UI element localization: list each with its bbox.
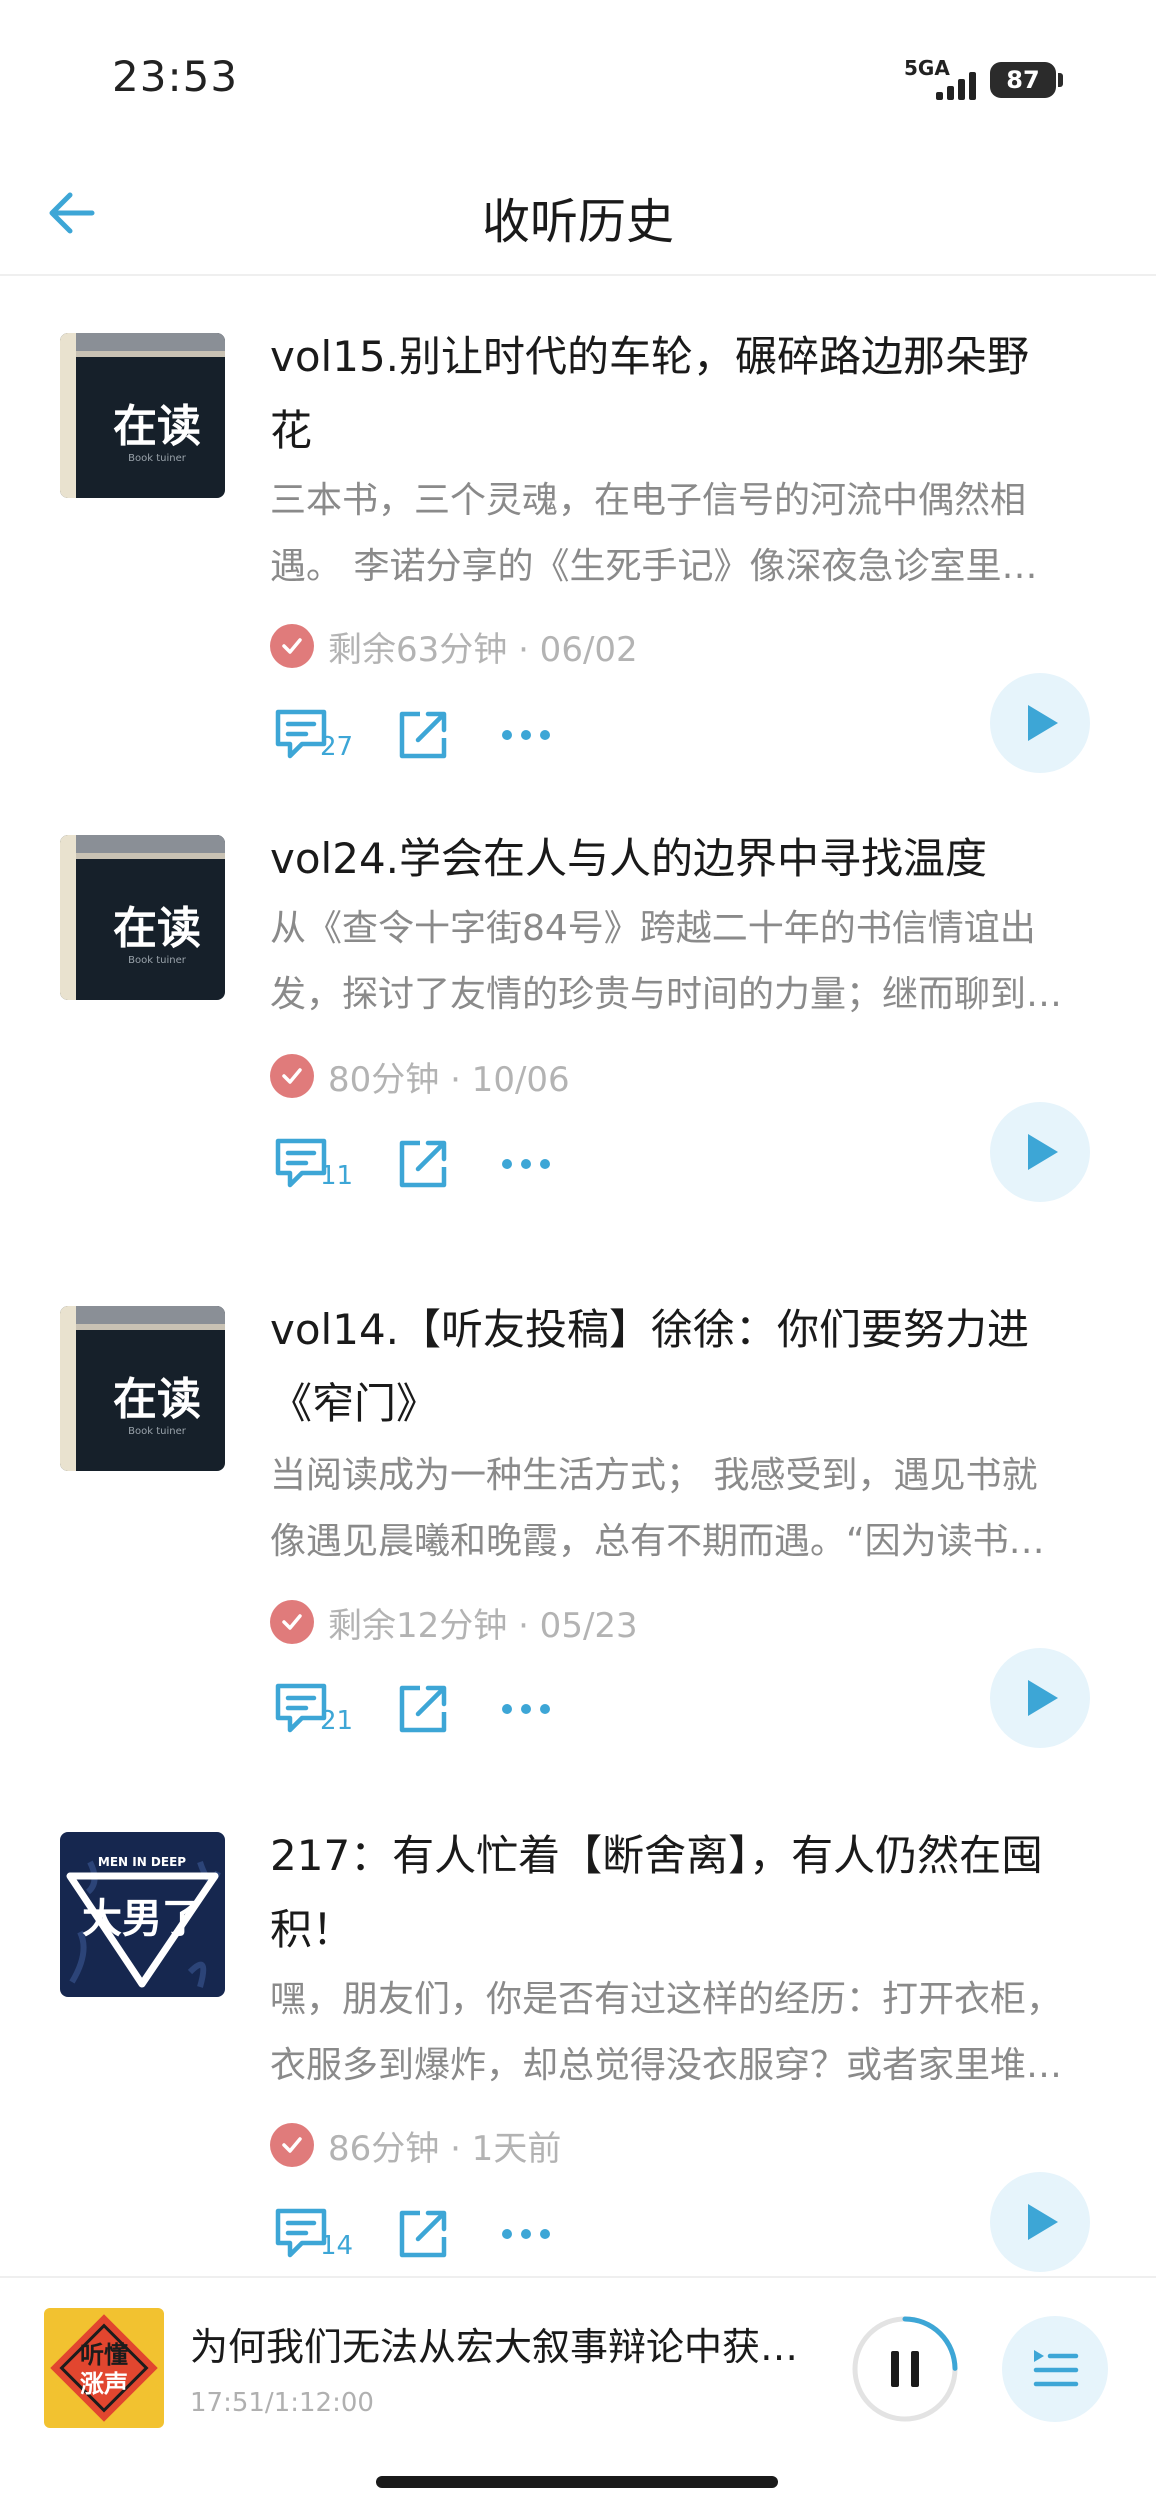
battery-icon: 87 [990,62,1063,98]
player-title[interactable]: 为何我们无法从宏大叙事辩论中获得答案 [190,2316,830,2371]
pause-button[interactable] [850,2314,960,2424]
episode-item[interactable]: 在读 Book tuiner vol15.别让时代的车轮，碾碎路边那朵野花 三本… [0,278,1156,802]
episode-meta-text: 剩余12分钟 · 05/23 [328,1605,638,1646]
episode-cover: 在读 Book tuiner [60,333,225,498]
more-button[interactable] [500,700,560,770]
more-dots-icon [502,730,550,740]
share-icon [399,1140,447,1188]
status-time: 23:53 [112,52,239,101]
more-dots-icon [502,2229,550,2239]
cover-subtitle: Book tuiner [128,453,187,464]
player-cover[interactable]: 听懂 涨声 [44,2308,164,2428]
comment-count: 11 [320,1161,354,1191]
cover-title: 在读 [113,401,201,452]
cover-subtitle: MEN IN DEEP [98,1855,186,1869]
player-cover-text-2: 涨声 [80,2370,128,2398]
play-icon [1028,1134,1058,1170]
share-button[interactable] [394,700,454,770]
episode-item[interactable]: 在读 Book tuiner vol14.【听友投稿】徐徐：你们要努力进《窄门》… [0,1253,1156,1777]
episode-description: 当阅读成为一种生活方式； 我感受到，遇见书就像遇见晨曦和晚霞，总有不期而遇。“因… [270,1455,1045,1562]
playlist-button[interactable] [1002,2316,1108,2422]
comment-button[interactable]: 27 [270,700,354,770]
play-button[interactable] [990,1102,1090,1202]
episode-title[interactable]: vol14.【听友投稿】徐徐：你们要努力进《窄门》 [270,1293,1070,1441]
player-time: 17:51/1:12:00 [190,2388,374,2418]
more-button[interactable] [500,1129,560,1199]
comment-button[interactable]: 14 [270,2199,354,2269]
cover-subtitle: Book tuiner [128,1426,187,1437]
playlist-icon [1033,2350,1079,2387]
status-bar: 23:53 5GA 87 [0,0,1156,150]
episode-item[interactable]: 在读 Book tuiner vol24.学会在人与人的边界中寻找温度 从《查令… [0,802,1156,1326]
episode-cover: 在读 Book tuiner [60,835,225,1000]
more-button[interactable] [500,2199,560,2269]
signal-icon: 5GA [904,56,976,102]
battery-level: 87 [1006,66,1040,94]
episode-description: 从《查令十字街84号》跨越二十年的书信情谊出发，探讨了友情的珍贵与时间的力量；继… [270,908,1063,1015]
episode-meta: 80分钟 · 10/06 [270,1052,570,1100]
share-icon [399,2210,447,2258]
more-button[interactable] [500,1674,560,1744]
page-title: 收听历史 [481,194,674,250]
played-check-icon [270,1600,314,1644]
pause-icon [852,2316,958,2422]
episode-title[interactable]: 217：有人忙着【断舍离】，有人仍然在囤积！ [270,1819,1070,1967]
header: 收听历史 [0,150,1156,276]
play-icon [1028,1680,1058,1716]
more-dots-icon [502,1704,550,1714]
status-icons: 5GA 87 [904,56,1063,102]
mini-player[interactable]: 听懂 涨声 为何我们无法从宏大叙事辩论中获得答案 17:51/1:12:00 [0,2276,1156,2510]
player-cover-text-1: 听懂 [80,2341,128,2369]
share-button[interactable] [394,1129,454,1199]
share-icon [399,1685,447,1733]
episode-actions: 14 [270,2199,560,2269]
cover-title: 在读 [113,1374,201,1425]
episode-item[interactable]: MEN IN DEEP 大男了 217：有人忙着【断舍离】，有人仍然在囤积！ 嘿… [0,1777,1156,2276]
episode-meta: 剩余12分钟 · 05/23 [270,1598,638,1646]
episode-actions: 11 [270,1129,560,1199]
play-icon [1028,2204,1058,2240]
episode-cover: MEN IN DEEP 大男了 [60,1832,225,1997]
episode-meta: 剩余63分钟 · 06/02 [270,622,638,670]
cover-title: 大男了 [82,1896,202,1942]
episode-meta-text: 86分钟 · 1天前 [328,2128,562,2169]
played-check-icon [270,2123,314,2167]
cover-title: 在读 [113,903,201,954]
episode-meta: 86分钟 · 1天前 [270,2121,561,2169]
comment-button[interactable]: 21 [270,1674,354,1744]
episode-meta-text: 80分钟 · 10/06 [328,1059,570,1100]
played-check-icon [270,1054,314,1098]
share-icon [399,711,447,759]
episode-actions: 21 [270,1674,560,1744]
play-button[interactable] [990,2172,1090,2272]
comment-count: 14 [320,2231,354,2261]
episode-cover: 在读 Book tuiner [60,1306,225,1471]
share-button[interactable] [394,1674,454,1744]
comment-button[interactable]: 11 [270,1129,354,1199]
home-indicator[interactable] [376,2476,778,2488]
episode-title[interactable]: vol15.别让时代的车轮，碾碎路边那朵野花 [270,320,1070,468]
more-dots-icon [502,1159,550,1169]
episode-description: 三本书，三个灵魂，在电子信号的河流中偶然相遇。 李诺分享的《生死手记》像深夜急诊… [270,480,1038,587]
played-check-icon [270,624,314,668]
play-button[interactable] [990,673,1090,773]
play-button[interactable] [990,1648,1090,1748]
comment-count: 21 [320,1706,354,1736]
history-list: 在读 Book tuiner vol15.别让时代的车轮，碾碎路边那朵野花 三本… [0,278,1156,2276]
episode-description: 嘿，朋友们，你是否有过这样的经历：打开衣柜，衣服多到爆炸，却总觉得没衣服穿？或者… [270,1979,1063,2086]
episode-meta-text: 剩余63分钟 · 06/02 [328,629,638,670]
episode-actions: 27 [270,700,560,770]
share-button[interactable] [394,2199,454,2269]
episode-title[interactable]: vol24.学会在人与人的边界中寻找温度 [270,822,1070,896]
cover-subtitle: Book tuiner [128,955,187,966]
play-icon [1028,705,1058,741]
comment-count: 27 [320,732,354,762]
